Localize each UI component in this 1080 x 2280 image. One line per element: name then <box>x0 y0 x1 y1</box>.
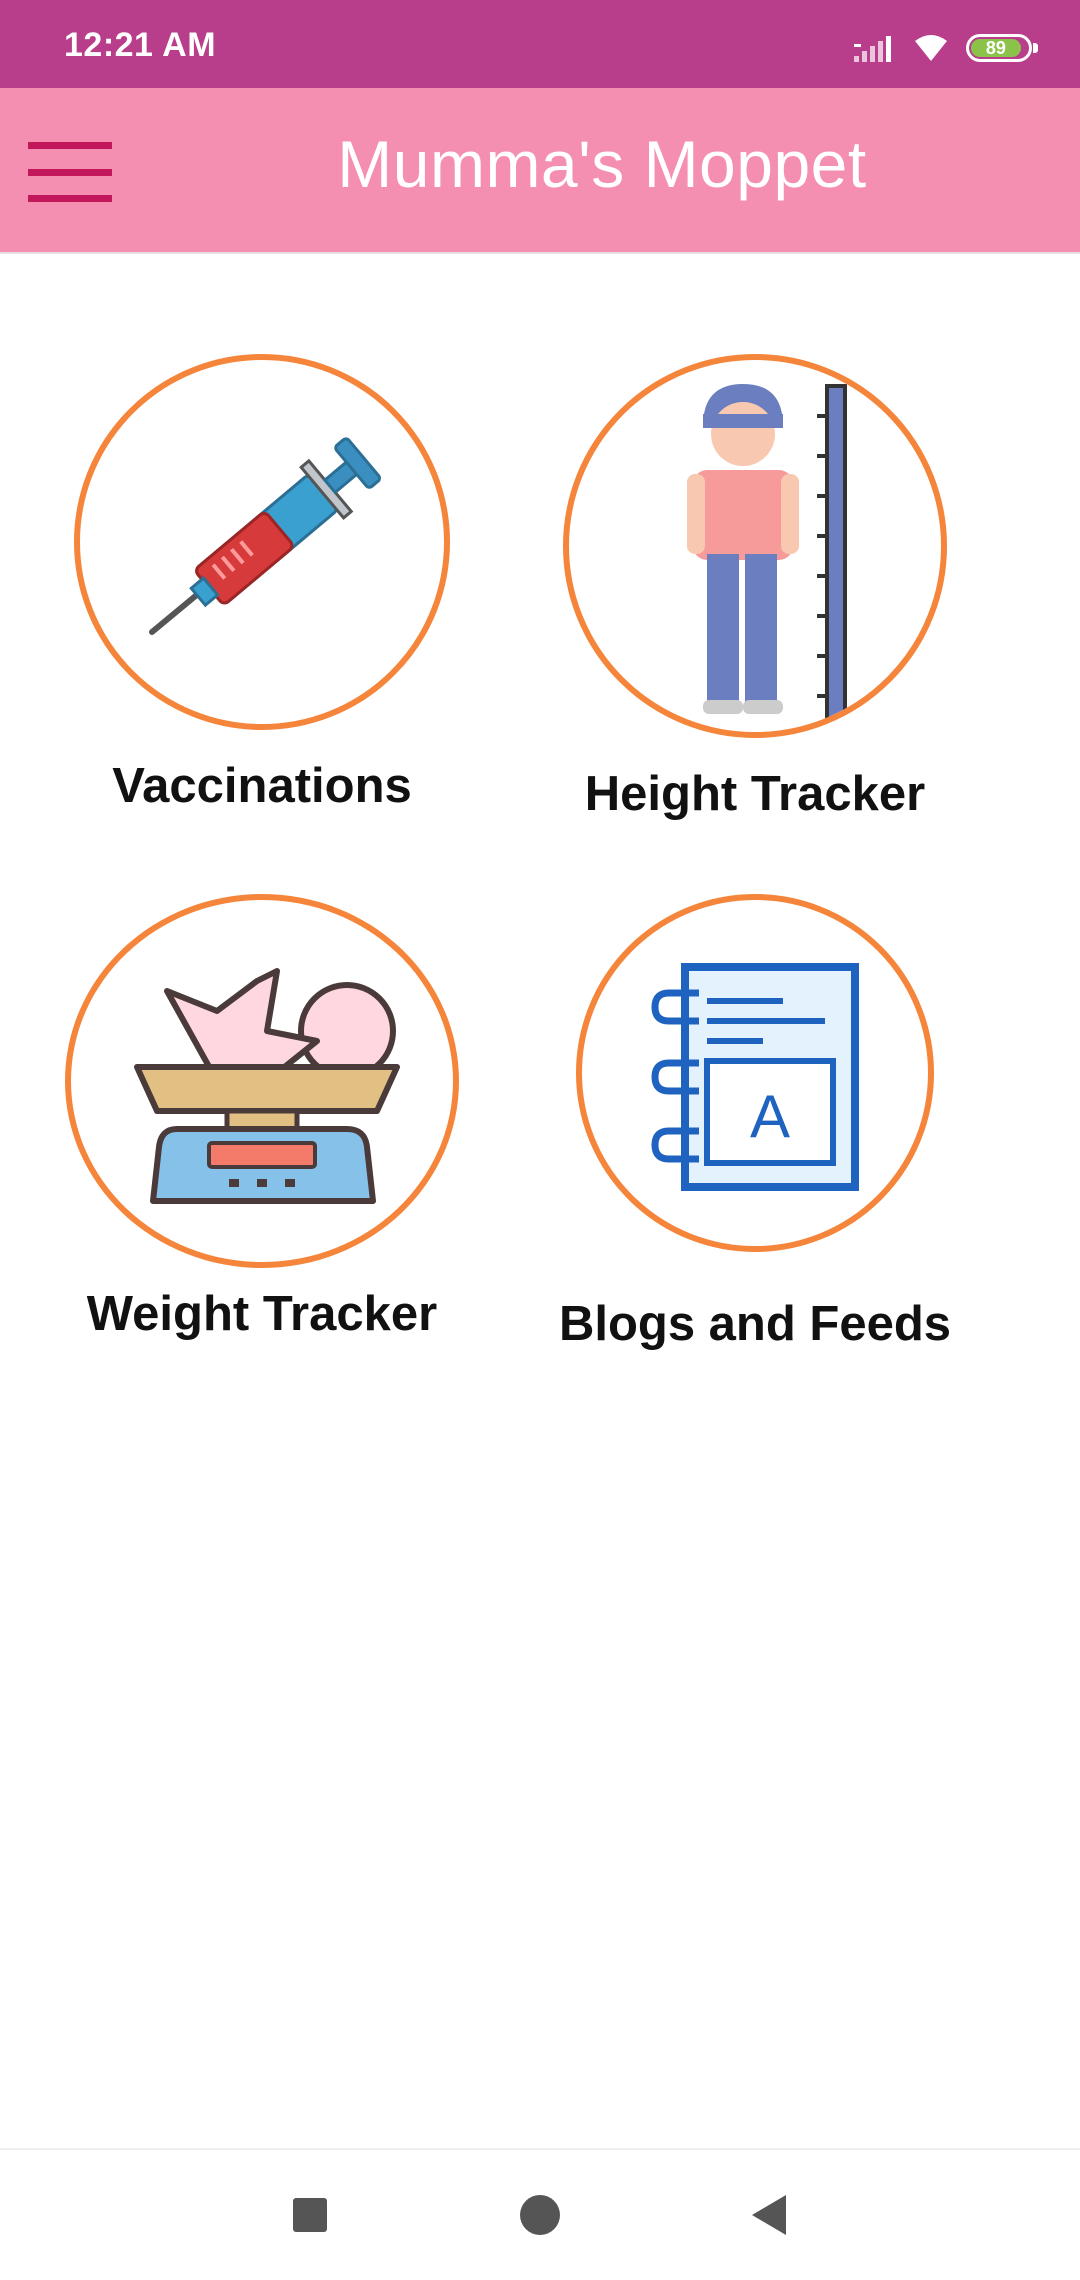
weight-tracker-tile[interactable]: Weight Tracker <box>27 894 497 1342</box>
battery-level: 89 <box>971 38 1021 58</box>
height-tracker-label: Height Tracker <box>584 767 926 821</box>
home-icon[interactable] <box>500 2175 580 2255</box>
vaccinations-label: Vaccinations <box>112 759 412 813</box>
system-nav-bar <box>0 2148 1080 2280</box>
height-measure-icon <box>563 354 947 738</box>
height-tracker-tile[interactable]: Height Tracker <box>520 354 990 822</box>
syringe-icon <box>74 354 450 730</box>
blogs-and-feeds-tile[interactable]: A Blogs and Feeds <box>520 894 990 1352</box>
wifi-icon <box>915 35 947 61</box>
blogs-and-feeds-label: Blogs and Feeds <box>558 1297 952 1351</box>
back-icon[interactable] <box>730 2175 810 2255</box>
weight-tracker-label: Weight Tracker <box>86 1287 438 1341</box>
status-icons: 89 <box>852 28 1038 68</box>
status-time: 12:21 AM <box>64 26 217 64</box>
vaccinations-tile[interactable]: Vaccinations <box>27 354 497 814</box>
baby-scale-icon <box>65 894 459 1268</box>
svg-text:A: A <box>750 1083 790 1150</box>
app-title: Mumma's Moppet <box>337 127 867 201</box>
app-bar: Mumma's Moppet <box>0 88 1080 254</box>
status-bar: 12:21 AM 89 <box>0 0 1080 88</box>
notebook-icon: A <box>576 894 934 1252</box>
signal-icon <box>854 36 891 62</box>
recents-icon[interactable] <box>270 2175 350 2255</box>
battery-icon: 89 <box>966 34 1038 62</box>
